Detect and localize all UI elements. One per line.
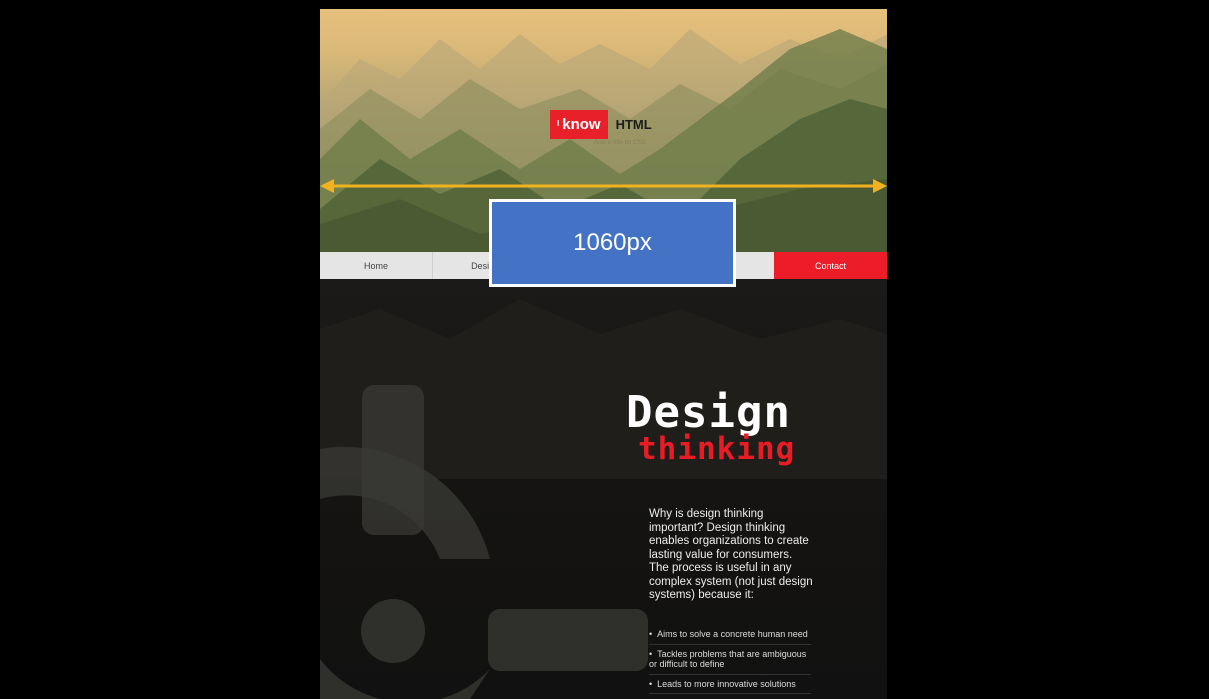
bullet-text: Tackles problems that are ambiguous or d… bbox=[649, 648, 807, 670]
logo-word: know bbox=[562, 115, 601, 133]
website-preview: I know HTML Also a little bit CSS Home D… bbox=[320, 9, 887, 699]
nav-item-home[interactable]: Home bbox=[320, 252, 433, 279]
logo-prefix: I bbox=[557, 119, 560, 128]
nav-item-contact[interactable]: Contact bbox=[774, 252, 887, 279]
logo-badge: I know bbox=[550, 109, 608, 139]
content-section: Design thinking Why is design thinking i… bbox=[320, 279, 887, 699]
list-item: • Leads to more innovative solutions bbox=[649, 675, 811, 694]
list-item: • Tackles problems that are ambiguous or… bbox=[649, 645, 811, 675]
list-item: • Aims to solve a concrete human need bbox=[649, 625, 811, 645]
width-arrow bbox=[320, 179, 887, 193]
bullet-text: Leads to more innovative solutions bbox=[657, 678, 796, 689]
tagline: Also a little bit CSS bbox=[594, 140, 646, 146]
site-logo[interactable]: I know HTML bbox=[550, 109, 652, 139]
width-label: 1060px bbox=[489, 199, 736, 287]
logo-suffix: HTML bbox=[615, 116, 652, 132]
intro-paragraph: Why is design thinking important? Design… bbox=[649, 508, 813, 601]
bullet-list: • Aims to solve a concrete human need • … bbox=[649, 625, 811, 694]
page-subtitle: thinking bbox=[638, 431, 796, 467]
bullet-text: Aims to solve a concrete human need bbox=[657, 629, 808, 639]
